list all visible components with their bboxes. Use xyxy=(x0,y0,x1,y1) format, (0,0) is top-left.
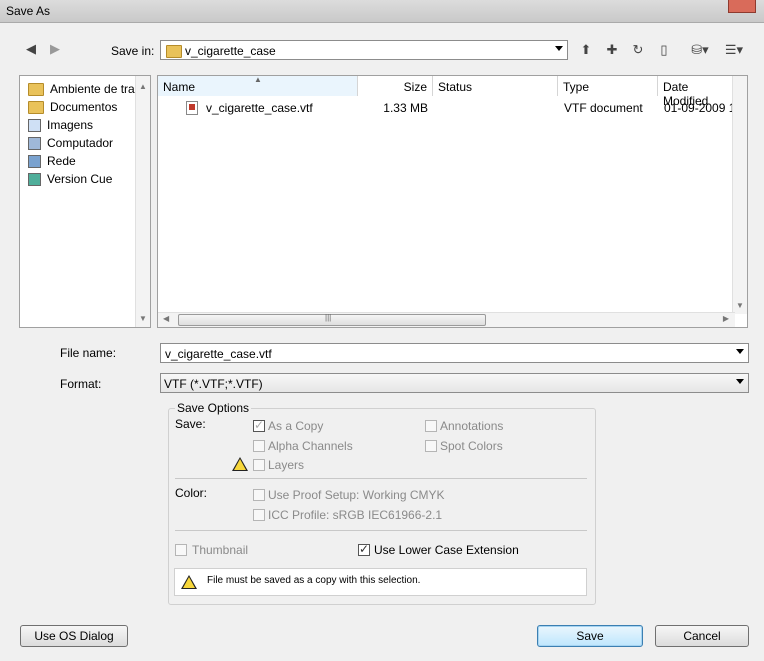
alpha-channels-checkbox[interactable] xyxy=(253,440,265,452)
cancel-button[interactable]: Cancel xyxy=(655,625,749,647)
save-in-value: v_cigarette_case xyxy=(185,44,276,58)
horizontal-scroll-thumb[interactable]: ||| xyxy=(178,313,486,326)
file-name-label: File name: xyxy=(60,346,117,360)
file-name-input[interactable]: v_cigarette_case.vtf xyxy=(160,343,749,363)
alpha-channels-label: Alpha Channels xyxy=(268,439,353,453)
folder-icon xyxy=(166,45,182,58)
chevron-down-icon xyxy=(736,379,744,384)
save-label: Save: xyxy=(175,417,206,431)
back-arrow-icon[interactable]: ◀ xyxy=(22,41,40,57)
use-os-dialog-button[interactable]: Use OS Dialog xyxy=(20,625,128,647)
warning-message: File must be saved as a copy with this s… xyxy=(207,575,421,586)
view-menu-icon[interactable]: ☰▾ xyxy=(720,42,748,58)
column-header-type[interactable]: Type xyxy=(558,76,658,96)
spot-colors-checkbox[interactable] xyxy=(425,440,437,452)
place-label: Computador xyxy=(47,136,114,150)
forward-arrow-icon[interactable]: ▶ xyxy=(46,41,64,57)
icc-profile-checkbox[interactable] xyxy=(253,509,265,521)
divider xyxy=(175,530,587,531)
file-size-cell: 1.33 MB xyxy=(383,101,428,115)
trash-icon[interactable]: ▯ xyxy=(655,42,673,58)
color-label: Color: xyxy=(175,486,208,500)
warning-message-box: ! File must be saved as a copy with this… xyxy=(174,568,587,596)
annotations-label: Annotations xyxy=(440,419,504,433)
folder-icon xyxy=(28,100,44,114)
places-scrollbar[interactable]: ▲ ▼ xyxy=(135,76,150,327)
up-folder-icon[interactable]: ⬆ xyxy=(577,42,595,58)
format-value: VTF (*.VTF;*.VTF) xyxy=(164,377,263,391)
place-imagens[interactable]: Imagens xyxy=(28,116,93,134)
save-button[interactable]: Save xyxy=(537,625,643,647)
file-date-cell: 01-09-2009 16 xyxy=(664,101,743,115)
use-proof-setup-checkbox[interactable] xyxy=(253,489,265,501)
scroll-down-icon[interactable]: ▼ xyxy=(139,314,147,323)
place-version-cue[interactable]: Version Cue xyxy=(28,170,112,188)
place-documentos[interactable]: Documentos xyxy=(28,98,117,116)
tools-menu-icon[interactable]: ⛁▾ xyxy=(686,42,714,58)
file-list-vertical-scrollbar[interactable]: ▼ xyxy=(732,76,747,314)
column-label: Status xyxy=(438,80,473,94)
scroll-left-icon[interactable]: ◀ xyxy=(163,314,169,323)
place-label: Imagens xyxy=(47,118,94,132)
lower-case-extension-label: Use Lower Case Extension xyxy=(374,543,519,557)
title-bar: Save As xyxy=(0,0,764,23)
column-header-status[interactable]: Status xyxy=(433,76,558,96)
version-cue-icon xyxy=(28,172,41,186)
place-label: Version Cue xyxy=(47,172,113,186)
column-label: Type xyxy=(563,80,590,94)
place-label: Ambiente de trab xyxy=(50,82,142,96)
warning-icon: ! xyxy=(232,457,248,471)
column-header-date-modified[interactable]: Date Modified xyxy=(658,76,735,108)
as-a-copy-label: As a Copy xyxy=(268,419,324,433)
use-proof-setup-label: Use Proof Setup: Working CMYK xyxy=(268,488,445,502)
scroll-down-icon[interactable]: ▼ xyxy=(736,301,744,310)
folder-icon xyxy=(28,82,44,96)
file-name-cell: v_cigarette_case.vtf xyxy=(206,101,313,115)
save-in-dropdown[interactable]: v_cigarette_case xyxy=(160,40,568,60)
place-computador[interactable]: Computador xyxy=(28,134,113,152)
network-icon xyxy=(28,154,41,168)
pictures-icon xyxy=(28,118,41,132)
place-label: Documentos xyxy=(50,100,118,114)
column-header-name[interactable]: Name ▲ xyxy=(158,76,358,96)
column-label: Size xyxy=(403,80,427,94)
window-title: Save As xyxy=(6,4,51,18)
file-name-value: v_cigarette_case.vtf xyxy=(165,347,272,361)
spot-colors-label: Spot Colors xyxy=(440,439,503,453)
warning-icon: ! xyxy=(181,575,197,589)
thumbnail-checkbox[interactable] xyxy=(175,544,187,556)
place-label: Rede xyxy=(47,154,76,168)
computer-icon xyxy=(28,136,41,150)
new-folder-icon[interactable]: ✚ xyxy=(603,42,621,58)
chevron-down-icon[interactable] xyxy=(736,349,744,354)
close-window-button[interactable] xyxy=(728,0,756,13)
places-panel: Ambiente de trab Documentos Imagens Comp… xyxy=(19,75,151,328)
sort-ascending-icon: ▲ xyxy=(254,75,262,84)
file-list-panel: Name ▲ Size Status Type Date Modified v_… xyxy=(157,75,748,328)
format-dropdown[interactable]: VTF (*.VTF;*.VTF) xyxy=(160,373,749,393)
format-label: Format: xyxy=(60,377,102,391)
save-in-label: Save in: xyxy=(111,44,155,58)
thumbnail-label: Thumbnail xyxy=(192,543,249,557)
file-list-horizontal-scrollbar[interactable]: ◀ ||| ▶ xyxy=(158,312,735,327)
scroll-up-icon[interactable]: ▲ xyxy=(139,82,147,91)
chevron-down-icon xyxy=(555,46,563,51)
place-rede[interactable]: Rede xyxy=(28,152,76,170)
column-label: Name xyxy=(163,80,196,94)
scroll-right-icon[interactable]: ▶ xyxy=(723,314,729,323)
annotations-checkbox[interactable] xyxy=(425,420,437,432)
layers-checkbox[interactable] xyxy=(253,459,265,471)
layers-label: Layers xyxy=(268,458,305,472)
divider xyxy=(175,478,587,479)
place-ambiente[interactable]: Ambiente de trab xyxy=(28,80,141,98)
vtf-file-icon xyxy=(186,101,198,115)
file-type-cell: VTF document xyxy=(564,101,643,115)
save-options-title: Save Options xyxy=(175,401,252,415)
as-a-copy-checkbox[interactable] xyxy=(253,418,265,432)
refresh-icon[interactable]: ↻ xyxy=(629,42,647,58)
icc-profile-label: ICC Profile: sRGB IEC61966-2.1 xyxy=(268,508,443,522)
column-header-size[interactable]: Size xyxy=(358,76,433,96)
lower-case-extension-checkbox[interactable] xyxy=(358,542,370,556)
table-row[interactable]: v_cigarette_case.vtf 1.33 MB VTF documen… xyxy=(158,98,742,118)
